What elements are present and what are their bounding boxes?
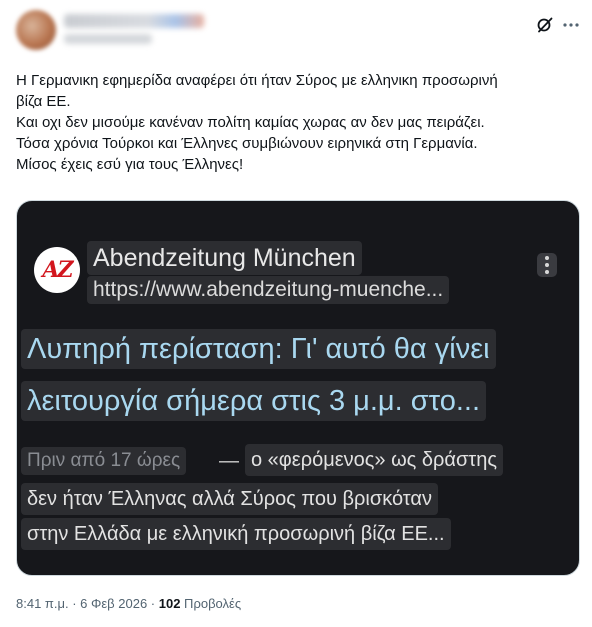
author-handle-redacted[interactable] xyxy=(64,34,152,44)
post-text-line: βίζα ΕΕ. xyxy=(16,93,71,110)
more-options-icon[interactable] xyxy=(560,14,582,36)
time-ago: Πριν από 17 ώρες xyxy=(21,447,187,475)
author-avatar[interactable] xyxy=(16,10,56,50)
attached-image[interactable]: AZ Abendzeitung München https://www.aben… xyxy=(16,200,580,576)
post: Η Γερμανικη εφημερίδα αναφέρει ότι ήταν … xyxy=(0,0,592,627)
grok-icon[interactable] xyxy=(534,14,556,36)
snippet-line2: δεν ήταν Έλληνας αλλά Σύρος που βρισκότα… xyxy=(21,483,438,515)
source-name: Abendzeitung München xyxy=(87,241,362,275)
post-text-line: Μίσος έχεις εσύ για τους Έλληνες! xyxy=(16,156,244,173)
views-label: Προβολές xyxy=(180,596,242,611)
article-headline-line2: λειτουργία σήμερα στις 3 μ.μ. στο... xyxy=(21,381,486,421)
views-count[interactable]: 102 xyxy=(159,596,181,611)
separator-dash: — xyxy=(219,450,239,472)
snippet-line3: στην Ελλάδα με ελληνική προσωρινή βίζα Ε… xyxy=(21,518,451,550)
article-headline-line1: Λυπηρή περίσταση: Γι' αυτό θα γίνει xyxy=(21,329,496,369)
post-text: Η Γερμανικη εφημερίδα αναφέρει ότι ήταν … xyxy=(16,70,580,175)
post-text-line: Τόσα χρόνια Τούρκοι και Έλληνες συμβιώνο… xyxy=(16,135,478,152)
vertical-dots-icon xyxy=(537,253,557,277)
post-timestamp[interactable]: 8:41 π.μ. · 6 Φεβ 2026 · xyxy=(16,596,159,611)
author-name-redacted[interactable] xyxy=(64,14,204,28)
post-meta: 8:41 π.μ. · 6 Φεβ 2026 · 102 Προβολές xyxy=(16,596,241,611)
snippet-line1: ο «φερόμενος» ως δράστης xyxy=(245,444,503,476)
source-url: https://www.abendzeitung-muenche... xyxy=(87,276,450,304)
az-logo: AZ xyxy=(34,247,80,293)
post-text-line: Και οχι δεν μισούμε κανέναν πολίτη καμία… xyxy=(16,114,485,131)
post-text-line: Η Γερμανικη εφημερίδα αναφέρει ότι ήταν … xyxy=(16,72,498,89)
